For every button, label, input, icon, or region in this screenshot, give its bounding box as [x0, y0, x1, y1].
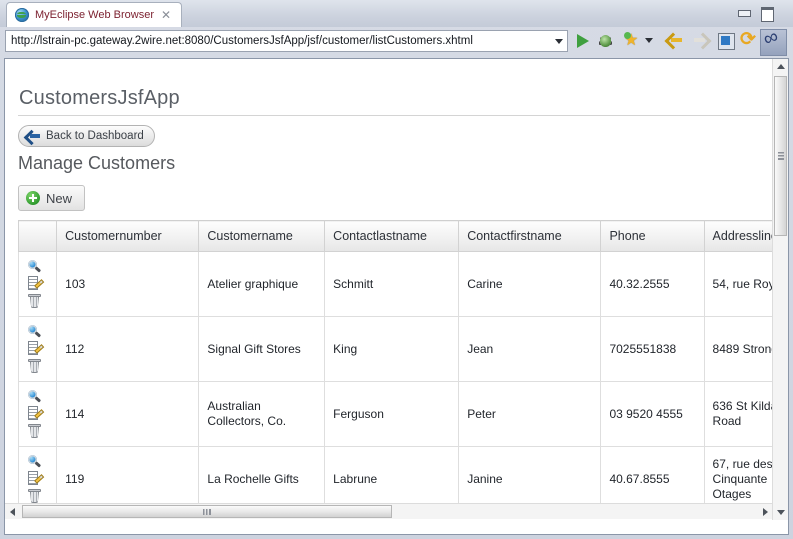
column-header-phone[interactable]: Phone — [601, 221, 704, 252]
row-actions — [19, 252, 57, 317]
cell-customernumber: 119 — [57, 447, 199, 512]
cell-contactfirstname: Peter — [459, 382, 601, 447]
section-title: Manage Customers — [18, 153, 175, 174]
cell-customername: Atelier graphique — [199, 252, 325, 317]
page-title: CustomersJsfApp — [19, 87, 180, 110]
cell-phone: 03 9520 4555 — [601, 382, 704, 447]
cell-customernumber: 103 — [57, 252, 199, 317]
globe-icon — [15, 8, 29, 22]
stop-square-icon[interactable] — [716, 31, 736, 51]
arrow-right-icon[interactable] — [693, 33, 710, 48]
delete-icon[interactable] — [27, 358, 43, 373]
column-header-contactlastname[interactable]: Contactlastname — [325, 221, 459, 252]
triangle-down-icon[interactable] — [773, 505, 788, 520]
arrow-left-icon — [26, 131, 40, 142]
table-row: 114 Australian Collectors, Co. Ferguson … — [19, 382, 774, 447]
view-icon[interactable] — [27, 390, 44, 405]
delete-icon[interactable] — [27, 488, 43, 503]
new-button[interactable]: New — [18, 185, 85, 211]
triangle-right-icon[interactable] — [758, 504, 773, 519]
bug-icon[interactable] — [596, 31, 616, 51]
cell-phone: 40.32.2555 — [601, 252, 704, 317]
cell-addressline1: 636 St Kilda Road — [704, 382, 773, 447]
view-icon[interactable] — [27, 325, 44, 340]
cell-contactlastname: Ferguson — [325, 382, 459, 447]
table-row: 103 Atelier graphique Schmitt Carine 40.… — [19, 252, 774, 317]
table-header-row: Customernumber Customername Contactlastn… — [19, 221, 774, 252]
cell-contactfirstname: Janine — [459, 447, 601, 512]
plus-circle-icon — [26, 191, 40, 205]
arrow-left-icon[interactable] — [666, 33, 683, 48]
column-header-customername[interactable]: Customername — [199, 221, 325, 252]
cell-customername: Signal Gift Stores — [199, 317, 325, 382]
tab-title: MyEclipse Web Browser — [35, 9, 154, 21]
cell-customernumber: 112 — [57, 317, 199, 382]
column-header-addressline1[interactable]: Addressline1 — [704, 221, 773, 252]
title-divider — [18, 115, 770, 116]
close-icon[interactable]: ✕ — [160, 9, 172, 21]
horizontal-scrollbar[interactable] — [5, 503, 773, 519]
cell-contactlastname: Schmitt — [325, 252, 459, 317]
view-icon[interactable] — [27, 455, 44, 470]
url-input[interactable] — [6, 32, 550, 50]
tab-web-browser[interactable]: MyEclipse Web Browser ✕ — [6, 2, 182, 27]
edit-icon[interactable] — [27, 341, 44, 357]
cell-customername: Australian Collectors, Co. — [199, 382, 325, 447]
column-header-actions[interactable] — [19, 221, 57, 252]
url-combo-box[interactable] — [5, 30, 568, 52]
new-button-label: New — [46, 191, 72, 206]
column-header-customernumber[interactable]: Customernumber — [57, 221, 199, 252]
web-page: CustomersJsfApp Back to Dashboard Manage… — [5, 59, 773, 519]
delete-icon[interactable] — [27, 293, 43, 308]
star-icon[interactable] — [623, 31, 643, 51]
cell-contactlastname: Labrune — [325, 447, 459, 512]
row-actions — [19, 317, 57, 382]
row-actions — [19, 382, 57, 447]
maximize-icon[interactable] — [759, 6, 775, 20]
cell-phone: 40.67.8555 — [601, 447, 704, 512]
triangle-left-icon[interactable] — [5, 504, 20, 519]
vertical-scrollbar[interactable] — [772, 59, 788, 520]
refresh-icon[interactable] — [740, 31, 760, 51]
chevron-down-icon[interactable] — [645, 38, 653, 43]
table-row: 112 Signal Gift Stores King Jean 7025551… — [19, 317, 774, 382]
edit-icon[interactable] — [27, 471, 44, 487]
cell-addressline1: 8489 Strong St. — [704, 317, 773, 382]
browser-content: CustomersJsfApp Back to Dashboard Manage… — [4, 58, 789, 535]
chain-link-icon[interactable] — [760, 29, 787, 56]
green-play-icon[interactable] — [573, 31, 593, 51]
delete-icon[interactable] — [27, 423, 43, 438]
edit-icon[interactable] — [27, 406, 44, 422]
cell-contactfirstname: Jean — [459, 317, 601, 382]
triangle-up-icon[interactable] — [773, 59, 788, 74]
minimize-icon[interactable] — [736, 6, 752, 20]
row-actions — [19, 447, 57, 512]
chevron-down-icon[interactable] — [550, 31, 567, 51]
back-to-dashboard-button[interactable]: Back to Dashboard — [18, 125, 155, 147]
horizontal-scrollbar-thumb[interactable] — [22, 505, 392, 518]
vertical-scrollbar-thumb[interactable] — [774, 76, 787, 236]
cell-contactlastname: King — [325, 317, 459, 382]
table-row: 119 La Rochelle Gifts Labrune Janine 40.… — [19, 447, 774, 512]
browser-toolbar — [0, 27, 793, 57]
cell-addressline1: 67, rue des Cinquante Otages — [704, 447, 773, 512]
cell-phone: 7025551838 — [601, 317, 704, 382]
cell-customernumber: 114 — [57, 382, 199, 447]
back-to-dashboard-label: Back to Dashboard — [46, 130, 144, 142]
tab-bar: MyEclipse Web Browser ✕ — [0, 0, 793, 27]
cell-addressline1: 54, rue Royale — [704, 252, 773, 317]
browser-view-frame: MyEclipse Web Browser ✕ CustomersJsfApp — [0, 0, 793, 539]
customers-table: Customernumber Customername Contactlastn… — [18, 220, 773, 519]
column-header-contactfirstname[interactable]: Contactfirstname — [459, 221, 601, 252]
edit-icon[interactable] — [27, 276, 44, 292]
cell-contactfirstname: Carine — [459, 252, 601, 317]
cell-customername: La Rochelle Gifts — [199, 447, 325, 512]
view-icon[interactable] — [27, 260, 44, 275]
